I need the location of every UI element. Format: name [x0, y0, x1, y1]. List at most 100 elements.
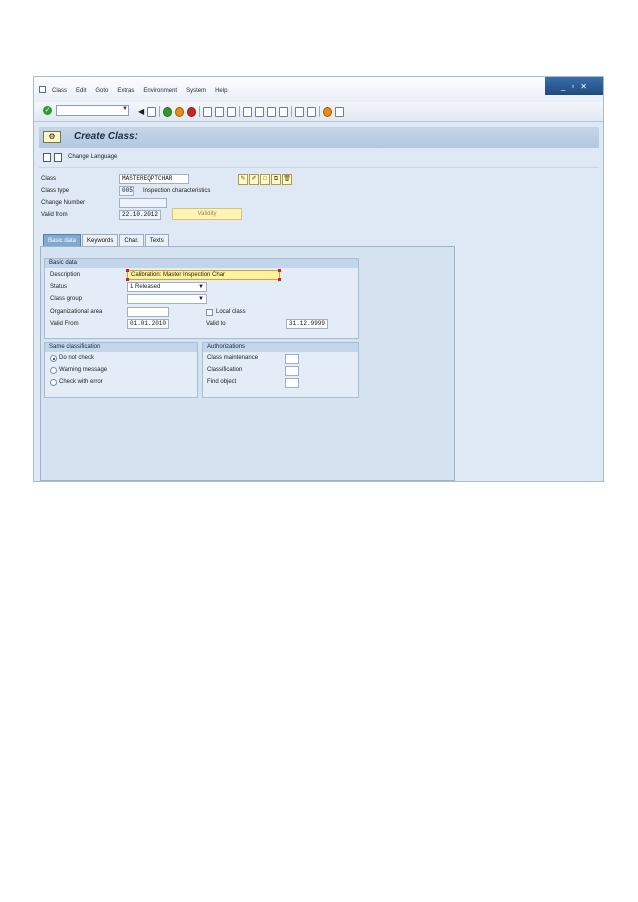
sap-window: Class Edit Goto Extras Environment Syste…: [33, 76, 604, 482]
tab-texts[interactable]: Texts: [144, 234, 169, 246]
back-icon[interactable]: [163, 106, 172, 117]
class-group-select[interactable]: ▼: [127, 294, 207, 304]
menu-help[interactable]: Help: [215, 88, 227, 94]
same-classification-group: Same classification Do not check Warning…: [44, 342, 198, 398]
selection-handle: [126, 278, 129, 281]
menu-edit[interactable]: Edit: [76, 88, 86, 94]
command-field[interactable]: [56, 105, 129, 116]
selection-handle: [278, 269, 281, 272]
valid-from-field-basic[interactable]: 01.01.2010: [127, 319, 169, 329]
valid-to-label: Valid to: [206, 321, 226, 327]
close-icon[interactable]: ✕: [580, 82, 587, 91]
application-toolbar: Change Language: [39, 149, 599, 168]
menu-class[interactable]: Class: [52, 88, 67, 94]
class-type-description: Inspection characteristics: [143, 188, 211, 194]
change-number-label: Change Number: [41, 200, 86, 206]
command-dropdown-icon[interactable]: ▼: [122, 106, 128, 112]
change-number-field[interactable]: [119, 198, 167, 208]
page-title: Create Class:: [74, 131, 138, 142]
basic-data-heading: Basic data: [45, 259, 358, 268]
save-icon[interactable]: [147, 106, 156, 117]
create-icon[interactable]: □: [260, 174, 270, 185]
enter-check-icon[interactable]: ✓: [43, 106, 52, 115]
description-field[interactable]: Calibration: Master Inspection Char: [127, 270, 280, 280]
chevron-down-icon: ▼: [198, 284, 204, 290]
toolbar-separator: [319, 106, 320, 117]
menu-goto[interactable]: Goto: [95, 88, 108, 94]
status-label: Status: [50, 284, 68, 290]
authorizations-group: Authorizations Class maintenance Classif…: [202, 342, 359, 398]
menu-items: Class Edit Goto Extras Environment Syste…: [52, 88, 227, 94]
selection-handle: [126, 269, 129, 272]
local-class-label: Local class: [216, 309, 246, 315]
classification-field[interactable]: [285, 366, 299, 376]
menu-system[interactable]: System: [186, 88, 206, 94]
tab-strip: Basic data Keywords Char. Texts: [43, 234, 169, 246]
same-classification-heading: Same classification: [45, 343, 197, 352]
toolbar-separator: [159, 106, 160, 117]
valid-to-field[interactable]: 31.12.9999: [286, 319, 328, 329]
exit-icon[interactable]: [175, 106, 184, 117]
find-next-icon[interactable]: [227, 106, 236, 117]
next-page-icon[interactable]: [267, 106, 276, 117]
valid-from-label-basic: Valid From: [50, 321, 79, 327]
class-type-label: Class type: [41, 188, 70, 194]
tab-char[interactable]: Char.: [119, 234, 144, 246]
layout-menu-icon[interactable]: [335, 106, 344, 117]
menu-bar: Class Edit Goto Extras Environment Syste…: [34, 77, 603, 102]
last-page-icon[interactable]: [279, 106, 288, 117]
print-icon[interactable]: [203, 106, 212, 117]
org-area-label: Organizational area: [50, 309, 103, 315]
find-icon[interactable]: [215, 106, 224, 117]
class-maintenance-field[interactable]: [285, 354, 299, 364]
do-not-check-label: Do not check: [59, 355, 95, 361]
authorizations-heading: Authorizations: [203, 343, 358, 352]
class-group-label: Class group: [50, 296, 83, 302]
minimize-icon[interactable]: _: [561, 82, 565, 91]
display-change-icon[interactable]: ✎: [238, 174, 248, 185]
menu-environment[interactable]: Environment: [143, 88, 177, 94]
change-language-icon[interactable]: [54, 153, 62, 162]
class-action-buttons: ✎ ✐ □ ⧉ 🗑: [238, 174, 292, 185]
radio-do-not-check[interactable]: [50, 355, 57, 362]
toolbar-icons: ◀: [138, 106, 344, 117]
class-maintenance-label: Class maintenance: [207, 355, 259, 361]
change-language-button[interactable]: Change Language: [68, 154, 117, 160]
tab-panel-basic-data: Basic data Description Calibration: Mast…: [40, 246, 455, 481]
first-page-icon[interactable]: [243, 106, 252, 117]
toolbar-separator: [199, 106, 200, 117]
history-back-icon[interactable]: ◀: [138, 107, 144, 117]
new-session-icon[interactable]: [295, 106, 304, 117]
find-object-field[interactable]: [285, 378, 299, 388]
validity-button[interactable]: Validity: [172, 208, 242, 220]
copy-icon[interactable]: ⧉: [271, 174, 281, 185]
shortcut-icon[interactable]: [307, 106, 316, 117]
system-menu-icon[interactable]: [39, 86, 46, 93]
tab-keywords[interactable]: Keywords: [82, 234, 119, 246]
toolbar-separator: [239, 106, 240, 117]
cancel-icon[interactable]: [187, 106, 196, 117]
class-type-field[interactable]: 005: [119, 186, 134, 196]
other-class-icon[interactable]: [43, 153, 51, 162]
class-label: Class: [41, 176, 57, 182]
chevron-down-icon: ▼: [198, 296, 204, 302]
status-select[interactable]: 1 Released ▼: [127, 282, 207, 292]
org-area-field[interactable]: [127, 307, 169, 317]
help-icon[interactable]: [323, 106, 332, 117]
previous-page-icon[interactable]: [255, 106, 264, 117]
valid-from-field[interactable]: 22.10.2012: [119, 210, 161, 220]
tab-basic-data[interactable]: Basic data: [43, 234, 82, 246]
edit-icon[interactable]: ✐: [249, 174, 259, 185]
local-class-checkbox[interactable]: [206, 309, 213, 316]
basic-data-group: Basic data Description Calibration: Mast…: [44, 258, 359, 339]
check-with-error-label: Check with error: [59, 379, 103, 385]
menu-extras[interactable]: Extras: [117, 88, 134, 94]
restore-icon[interactable]: ▫: [571, 82, 574, 91]
class-field[interactable]: MASTEREQPTCHAR: [119, 174, 189, 184]
radio-check-with-error[interactable]: [50, 379, 57, 386]
delete-icon[interactable]: 🗑: [282, 174, 292, 185]
find-object-label: Find object: [207, 379, 237, 385]
description-label: Description: [50, 272, 81, 278]
radio-warning-message[interactable]: [50, 367, 57, 374]
warning-message-label: Warning message: [59, 367, 108, 373]
